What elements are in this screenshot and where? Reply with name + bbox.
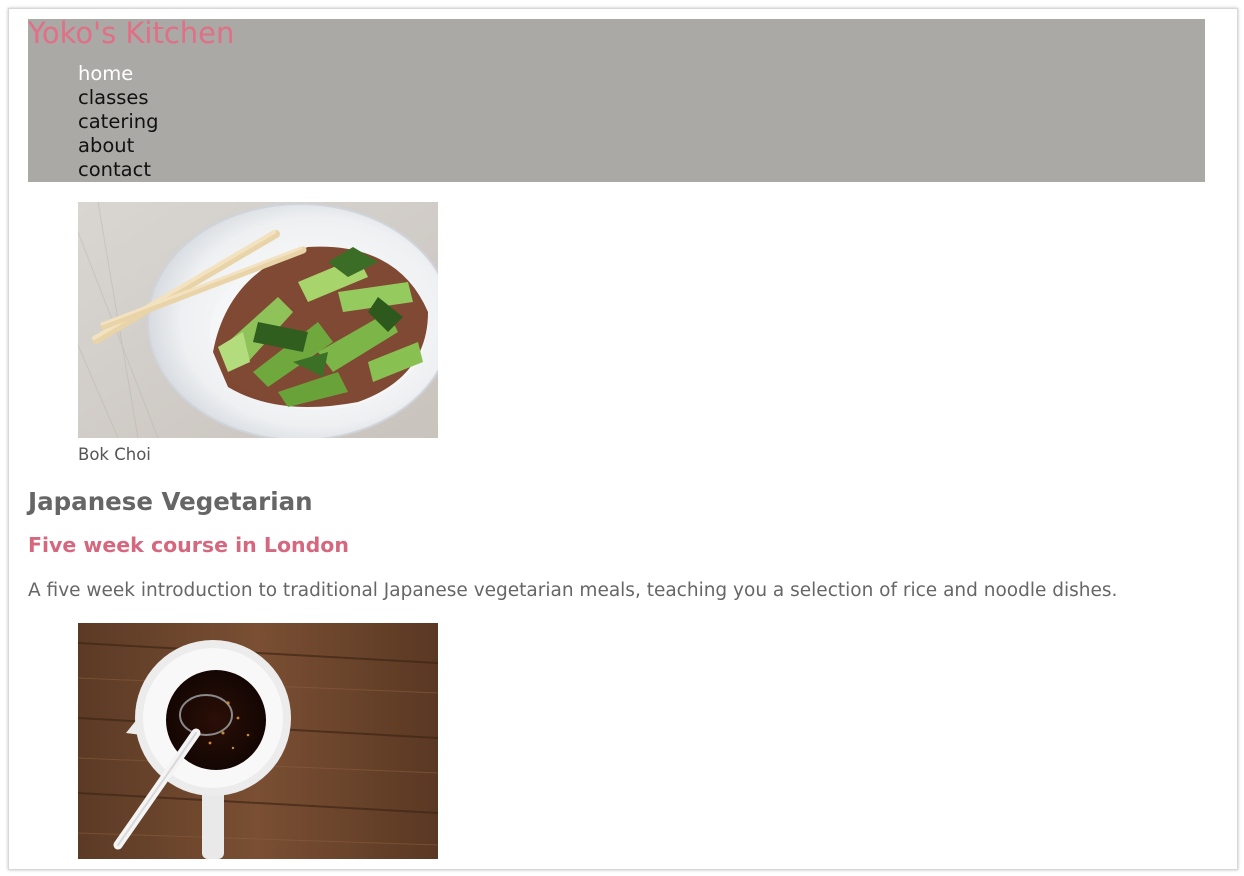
main-nav: home classes catering about contact bbox=[78, 62, 159, 182]
figure-bok-choi: Bok Choi bbox=[78, 202, 438, 465]
nav-item-catering[interactable]: catering bbox=[78, 110, 159, 134]
browser-viewport: Yoko's Kitchen home classes catering abo… bbox=[8, 8, 1238, 870]
figure-caption: Bok Choi bbox=[78, 445, 151, 464]
site-header: Yoko's Kitchen home classes catering abo… bbox=[28, 16, 1205, 182]
course-heading: Japanese Vegetarian bbox=[28, 487, 313, 516]
dressing-photo bbox=[78, 623, 438, 859]
site-title: Yoko's Kitchen bbox=[28, 16, 235, 50]
figure-dressing bbox=[78, 623, 438, 859]
course-subheading: Five week course in London bbox=[28, 533, 349, 557]
nav-item-classes[interactable]: classes bbox=[78, 86, 159, 110]
nav-item-about[interactable]: about bbox=[78, 134, 159, 158]
course-description: A five week introduction to traditional … bbox=[28, 580, 1118, 601]
nav-item-home[interactable]: home bbox=[78, 62, 159, 86]
nav-item-contact[interactable]: contact bbox=[78, 158, 159, 182]
bok-choi-photo bbox=[78, 202, 438, 438]
